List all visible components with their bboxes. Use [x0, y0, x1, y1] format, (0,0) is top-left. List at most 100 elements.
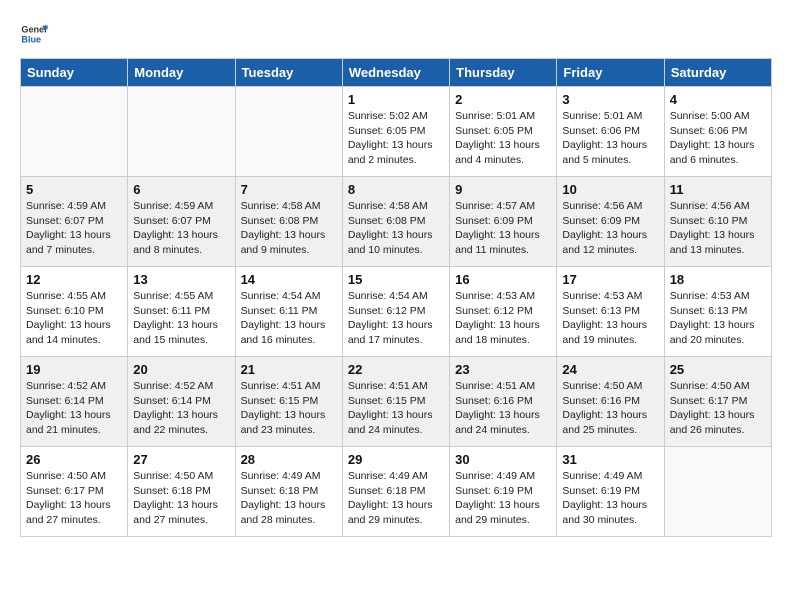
svg-text:Blue: Blue — [21, 34, 41, 44]
day-info: Sunrise: 4:59 AM Sunset: 6:07 PM Dayligh… — [26, 199, 122, 258]
day-info: Sunrise: 5:01 AM Sunset: 6:05 PM Dayligh… — [455, 109, 551, 168]
day-info: Sunrise: 4:54 AM Sunset: 6:11 PM Dayligh… — [241, 289, 337, 348]
calendar-cell: 3Sunrise: 5:01 AM Sunset: 6:06 PM Daylig… — [557, 87, 664, 177]
calendar-cell — [128, 87, 235, 177]
day-number: 9 — [455, 182, 551, 197]
calendar-cell: 28 Sunrise: 4:49 AM Sunset: 6:18 PM Dayli… — [235, 447, 342, 537]
col-header-sunday: Sunday — [21, 59, 128, 87]
calendar-cell: 7 Sunrise: 4:58 AM Sunset: 6:08 PM Daylig… — [235, 177, 342, 267]
day-info: Sunrise: 4:50 AM Sunset: 6:16 PM Dayligh… — [562, 379, 658, 438]
day-number: 22 — [348, 362, 444, 377]
day-number: 20 — [133, 362, 229, 377]
calendar-week-row: 12 Sunrise: 4:55 AM Sunset: 6:10 PM Dayli… — [21, 267, 772, 357]
day-number: 3 — [562, 92, 658, 107]
day-number: 30 — [455, 452, 551, 467]
day-info: Sunrise: 4:49 AM Sunset: 6:18 PM Dayligh… — [348, 469, 444, 528]
calendar-cell — [21, 87, 128, 177]
day-number: 25 — [670, 362, 766, 377]
day-number: 1 — [348, 92, 444, 107]
calendar-week-row: 5 Sunrise: 4:59 AM Sunset: 6:07 PM Daylig… — [21, 177, 772, 267]
calendar-cell: 4 Sunrise: 5:00 AM Sunset: 6:06 PM Daylig… — [664, 87, 771, 177]
day-info: Sunrise: 5:02 AM Sunset: 6:05 PM Dayligh… — [348, 109, 444, 168]
calendar-cell: 29Sunrise: 4:49 AM Sunset: 6:18 PM Dayli… — [342, 447, 449, 537]
calendar-cell: 15Sunrise: 4:54 AM Sunset: 6:12 PM Dayli… — [342, 267, 449, 357]
day-number: 7 — [241, 182, 337, 197]
day-info: Sunrise: 4:50 AM Sunset: 6:17 PM Dayligh… — [26, 469, 122, 528]
day-number: 4 — [670, 92, 766, 107]
calendar-cell: 25Sunrise: 4:50 AM Sunset: 6:17 PM Dayli… — [664, 357, 771, 447]
day-number: 10 — [562, 182, 658, 197]
col-header-monday: Monday — [128, 59, 235, 87]
calendar-cell: 9 Sunrise: 4:57 AM Sunset: 6:09 PM Daylig… — [450, 177, 557, 267]
day-info: Sunrise: 4:53 AM Sunset: 6:13 PM Dayligh… — [562, 289, 658, 348]
day-number: 18 — [670, 272, 766, 287]
col-header-thursday: Thursday — [450, 59, 557, 87]
day-info: Sunrise: 4:49 AM Sunset: 6:18 PM Dayligh… — [241, 469, 337, 528]
day-number: 16 — [455, 272, 551, 287]
calendar-cell: 11Sunrise: 4:56 AM Sunset: 6:10 PM Dayli… — [664, 177, 771, 267]
calendar-cell: 31 Sunrise: 4:49 AM Sunset: 6:19 PM Dayli… — [557, 447, 664, 537]
day-number: 17 — [562, 272, 658, 287]
calendar-cell: 5 Sunrise: 4:59 AM Sunset: 6:07 PM Daylig… — [21, 177, 128, 267]
day-number: 11 — [670, 182, 766, 197]
day-info: Sunrise: 4:57 AM Sunset: 6:09 PM Dayligh… — [455, 199, 551, 258]
calendar-week-row: 26 Sunrise: 4:50 AM Sunset: 6:17 PM Dayli… — [21, 447, 772, 537]
calendar-cell: 2Sunrise: 5:01 AM Sunset: 6:05 PM Daylig… — [450, 87, 557, 177]
page-header: General Blue — [20, 20, 772, 48]
day-info: Sunrise: 4:49 AM Sunset: 6:19 PM Dayligh… — [562, 469, 658, 528]
day-info: Sunrise: 4:54 AM Sunset: 6:12 PM Dayligh… — [348, 289, 444, 348]
day-info: Sunrise: 5:00 AM Sunset: 6:06 PM Dayligh… — [670, 109, 766, 168]
day-info: Sunrise: 4:51 AM Sunset: 6:15 PM Dayligh… — [241, 379, 337, 438]
calendar-cell: 13 Sunrise: 4:55 AM Sunset: 6:11 PM Dayli… — [128, 267, 235, 357]
col-header-friday: Friday — [557, 59, 664, 87]
day-info: Sunrise: 4:49 AM Sunset: 6:19 PM Dayligh… — [455, 469, 551, 528]
day-number: 26 — [26, 452, 122, 467]
calendar-week-row: 1 Sunrise: 5:02 AM Sunset: 6:05 PM Daylig… — [21, 87, 772, 177]
calendar-cell: 6 Sunrise: 4:59 AM Sunset: 6:07 PM Daylig… — [128, 177, 235, 267]
col-header-wednesday: Wednesday — [342, 59, 449, 87]
calendar-cell: 22 Sunrise: 4:51 AM Sunset: 6:15 PM Dayli… — [342, 357, 449, 447]
day-info: Sunrise: 4:55 AM Sunset: 6:11 PM Dayligh… — [133, 289, 229, 348]
col-header-tuesday: Tuesday — [235, 59, 342, 87]
day-number: 27 — [133, 452, 229, 467]
day-number: 6 — [133, 182, 229, 197]
calendar-cell: 14 Sunrise: 4:54 AM Sunset: 6:11 PM Dayli… — [235, 267, 342, 357]
day-info: Sunrise: 4:51 AM Sunset: 6:16 PM Dayligh… — [455, 379, 551, 438]
day-info: Sunrise: 4:50 AM Sunset: 6:18 PM Dayligh… — [133, 469, 229, 528]
calendar-cell: 20 Sunrise: 4:52 AM Sunset: 6:14 PM Dayli… — [128, 357, 235, 447]
day-info: Sunrise: 4:53 AM Sunset: 6:13 PM Dayligh… — [670, 289, 766, 348]
calendar-cell: 12 Sunrise: 4:55 AM Sunset: 6:10 PM Dayli… — [21, 267, 128, 357]
day-info: Sunrise: 4:58 AM Sunset: 6:08 PM Dayligh… — [241, 199, 337, 258]
calendar-cell: 21 Sunrise: 4:51 AM Sunset: 6:15 PM Dayli… — [235, 357, 342, 447]
logo: General Blue — [20, 20, 48, 48]
day-number: 14 — [241, 272, 337, 287]
calendar-cell: 10 Sunrise: 4:56 AM Sunset: 6:09 PM Dayli… — [557, 177, 664, 267]
day-info: Sunrise: 4:51 AM Sunset: 6:15 PM Dayligh… — [348, 379, 444, 438]
day-number: 28 — [241, 452, 337, 467]
day-info: Sunrise: 4:56 AM Sunset: 6:09 PM Dayligh… — [562, 199, 658, 258]
calendar-header-row: SundayMondayTuesdayWednesdayThursdayFrid… — [21, 59, 772, 87]
day-number: 24 — [562, 362, 658, 377]
calendar-cell: 23Sunrise: 4:51 AM Sunset: 6:16 PM Dayli… — [450, 357, 557, 447]
day-info: Sunrise: 4:55 AM Sunset: 6:10 PM Dayligh… — [26, 289, 122, 348]
calendar-cell: 19Sunrise: 4:52 AM Sunset: 6:14 PM Dayli… — [21, 357, 128, 447]
day-number: 21 — [241, 362, 337, 377]
calendar-cell: 26 Sunrise: 4:50 AM Sunset: 6:17 PM Dayli… — [21, 447, 128, 537]
calendar-cell: 30 Sunrise: 4:49 AM Sunset: 6:19 PM Dayli… — [450, 447, 557, 537]
calendar-cell: 24 Sunrise: 4:50 AM Sunset: 6:16 PM Dayli… — [557, 357, 664, 447]
day-number: 8 — [348, 182, 444, 197]
calendar-cell: 1 Sunrise: 5:02 AM Sunset: 6:05 PM Daylig… — [342, 87, 449, 177]
col-header-saturday: Saturday — [664, 59, 771, 87]
calendar-cell: 18 Sunrise: 4:53 AM Sunset: 6:13 PM Dayli… — [664, 267, 771, 357]
day-number: 12 — [26, 272, 122, 287]
day-number: 31 — [562, 452, 658, 467]
day-info: Sunrise: 4:59 AM Sunset: 6:07 PM Dayligh… — [133, 199, 229, 258]
day-info: Sunrise: 4:53 AM Sunset: 6:12 PM Dayligh… — [455, 289, 551, 348]
calendar-cell: 17 Sunrise: 4:53 AM Sunset: 6:13 PM Dayli… — [557, 267, 664, 357]
day-number: 5 — [26, 182, 122, 197]
day-number: 13 — [133, 272, 229, 287]
calendar-cell — [664, 447, 771, 537]
calendar-cell: 27 Sunrise: 4:50 AM Sunset: 6:18 PM Dayli… — [128, 447, 235, 537]
calendar-cell: 8Sunrise: 4:58 AM Sunset: 6:08 PM Daylig… — [342, 177, 449, 267]
day-info: Sunrise: 4:52 AM Sunset: 6:14 PM Dayligh… — [133, 379, 229, 438]
